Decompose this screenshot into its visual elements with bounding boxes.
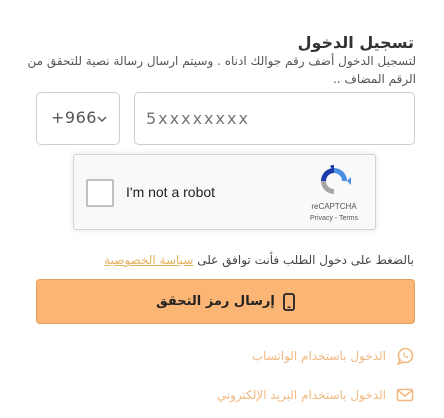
- recaptcha-terms-link[interactable]: Terms: [339, 215, 358, 222]
- send-verification-code-button[interactable]: إرسال رمز التحقق: [36, 279, 415, 324]
- privacy-policy-link[interactable]: سياسة الخصوصية: [104, 253, 193, 267]
- login-instructions: لتسجيل الدخول أضف رقم جوالك ادناه . وسيت…: [27, 54, 416, 86]
- send-button-label: إرسال رمز التحقق: [156, 294, 275, 309]
- login-page: تسجيل الدخول لتسجيل الدخول أضف رقم جوالك…: [0, 0, 444, 418]
- phone-entry-row: +966: [36, 92, 415, 145]
- recaptcha-links: Privacy - Terms: [296, 215, 372, 222]
- mobile-phone-icon: [282, 292, 295, 311]
- whatsapp-icon: [397, 347, 414, 365]
- recaptcha-logo-icon: [321, 165, 351, 194]
- phone-number-input[interactable]: [134, 92, 415, 145]
- recaptcha-brand: reCAPTCHA: [311, 202, 357, 211]
- email-login-label: الدخول باستخدام البريد الإلكتروني: [216, 388, 386, 402]
- whatsapp-login-label: الدخول باستخدام الواتساب: [251, 349, 386, 363]
- envelope-icon: [396, 388, 414, 402]
- chevron-down-icon: [97, 116, 107, 122]
- login-with-whatsapp-link[interactable]: الدخول باستخدام الواتساب: [252, 346, 414, 366]
- country-code-value: +966: [51, 108, 97, 127]
- recaptcha-checkbox[interactable]: [86, 179, 114, 207]
- recaptcha-widget: I'm not a robot reCAPTCHA Privacy - Term…: [73, 154, 376, 230]
- terms-text: بالضغط على دخول الطلب فأنت توافق على: [193, 253, 414, 267]
- recaptcha-label: I'm not a robot: [126, 184, 216, 200]
- country-code-select[interactable]: +966: [36, 92, 120, 145]
- recaptcha-privacy-link[interactable]: Privacy: [310, 215, 333, 222]
- login-with-email-link[interactable]: الدخول باستخدام البريد الإلكتروني: [217, 385, 414, 405]
- terms-notice: بالضغط على دخول الطلب فأنت توافق على سيا…: [22, 253, 414, 267]
- page-title: تسجيل الدخول: [297, 33, 414, 52]
